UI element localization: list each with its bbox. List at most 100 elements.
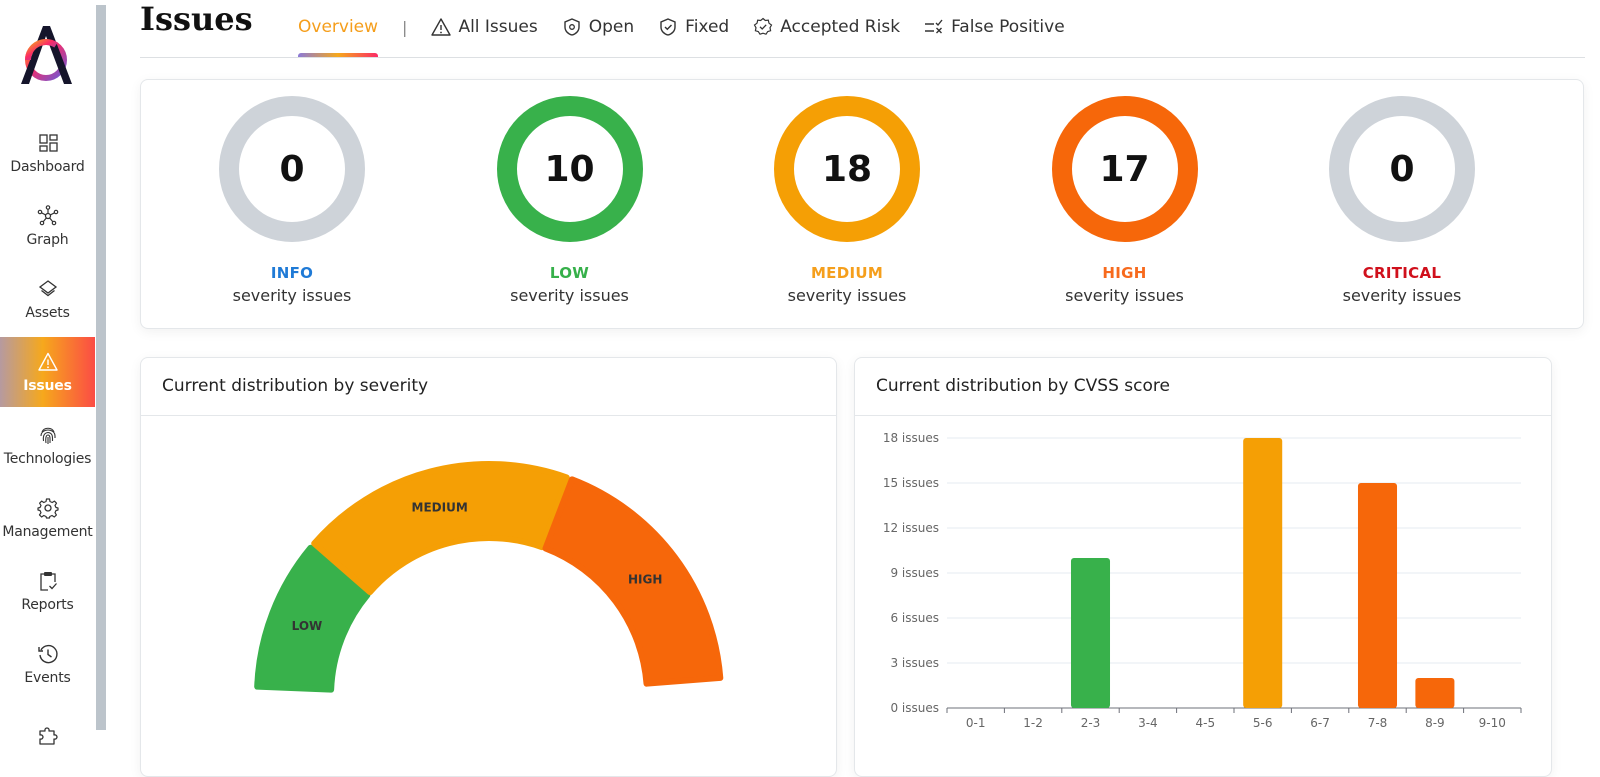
app-logo[interactable] — [16, 20, 76, 86]
gauge-label: MEDIUM — [412, 500, 468, 514]
x-tick-label: 9-10 — [1479, 716, 1506, 730]
x-tick-label: 7-8 — [1368, 716, 1388, 730]
tab-separator: | — [402, 17, 408, 37]
warning-icon — [431, 17, 452, 37]
severity-gauge-chart: LOW MEDIUM HIGH — [254, 461, 724, 693]
x-tick-label: 4-5 — [1195, 716, 1215, 730]
tab-fixed[interactable]: Fixed — [658, 17, 729, 37]
chart-title: Current distribution by severity — [162, 376, 429, 396]
severity-ring: 0 — [1329, 96, 1475, 242]
tab-label: Open — [588, 17, 635, 37]
sidebar-item-label: Issues — [23, 377, 72, 394]
x-tick-label: 6-7 — [1310, 716, 1330, 730]
gauge-slice-medium[interactable] — [311, 461, 570, 596]
severity-name: CRITICAL — [1362, 264, 1442, 282]
tab-label: Fixed — [685, 17, 730, 37]
severity-medium-summary[interactable]: 18 MEDIUM severity issues — [747, 96, 947, 305]
x-tick-label: 5-6 — [1253, 716, 1273, 730]
sidebar-item-dashboard[interactable]: Dashboard — [0, 118, 95, 188]
sidebar-item-assets[interactable]: Assets — [0, 264, 95, 334]
severity-ring: 10 — [496, 96, 643, 242]
tab-overview[interactable]: Overview — [298, 17, 379, 58]
severity-subtitle: severity issues — [787, 286, 907, 305]
severity-name: LOW — [549, 264, 590, 282]
history-icon — [37, 643, 59, 665]
sidebar-item-label: Assets — [25, 304, 70, 321]
severity-name: HIGH — [1102, 264, 1147, 282]
sidebar-item-graph[interactable]: Graph — [0, 191, 95, 261]
y-tick-label: 6 issues — [890, 611, 939, 625]
chart-title: Current distribution by CVSS score — [876, 376, 1170, 396]
tab-label: Overview — [298, 17, 379, 37]
badge-check-icon — [753, 17, 773, 37]
severity-info-summary[interactable]: 0 INFO severity issues — [192, 96, 392, 305]
severity-name: MEDIUM — [810, 264, 884, 282]
bar-7-8[interactable] — [1357, 483, 1398, 708]
tab-open[interactable]: Open — [562, 17, 634, 37]
tab-label: All Issues — [458, 17, 538, 37]
cvss-distribution-card: Current distribution by CVSS score 0 iss… — [854, 357, 1552, 777]
severity-summary-card: 0 INFO severity issues 10 LOW severity issues… — [140, 79, 1584, 329]
severity-ring: 18 — [774, 96, 920, 242]
gear-icon — [36, 497, 59, 519]
sidebar-item-events[interactable]: Events — [0, 629, 95, 699]
tab-accepted-risk[interactable]: Accepted Risk — [753, 17, 900, 37]
tab-label: Accepted Risk — [780, 17, 901, 37]
graph-icon — [37, 204, 59, 227]
dashboard-icon — [37, 132, 59, 154]
severity-name: INFO — [270, 264, 314, 282]
tab-all-issues[interactable]: All Issues — [431, 17, 538, 37]
sidebar-item-label: Dashboard — [10, 158, 85, 175]
severity-low-summary[interactable]: 10 LOW severity issues — [470, 96, 670, 305]
tab-label: False Positive — [951, 17, 1065, 37]
sidebar-item-issues[interactable]: Issues — [0, 337, 95, 407]
sidebar-scrollbar[interactable] — [96, 5, 106, 730]
y-tick-label: 18 issues — [883, 431, 939, 445]
sidebar-item-label: Reports — [21, 596, 74, 613]
x-tick-label: 0-1 — [966, 716, 986, 730]
bar-8-9[interactable] — [1415, 678, 1455, 708]
severity-count: 0 — [279, 148, 305, 190]
severity-subtitle: severity issues — [510, 286, 629, 305]
cvss-bar-chart: 0 issues 3 issues 6 issues 9 issues 12 issue… — [883, 431, 1522, 730]
puzzle-icon — [37, 724, 59, 746]
shield-check-icon — [658, 17, 678, 37]
severity-count: 10 — [544, 148, 595, 190]
x-tick-label: 1-2 — [1023, 716, 1043, 730]
severity-subtitle: severity issues — [1342, 286, 1462, 305]
shield-at-icon — [562, 17, 582, 37]
gauge-label: LOW — [292, 619, 323, 633]
bar-2-3[interactable] — [1070, 558, 1111, 708]
bar-5-6[interactable] — [1243, 438, 1283, 708]
severity-count: 18 — [821, 148, 873, 190]
main-content: Issues Overview | All Issues Open Fixed … — [140, 0, 1585, 777]
severity-ring: 17 — [1051, 96, 1198, 242]
severity-distribution-card: Current distribution by severity LOW MEDI… — [140, 357, 837, 777]
sidebar-item-label: Graph — [26, 231, 69, 248]
y-tick-label: 3 issues — [890, 656, 939, 670]
gauge-label: HIGH — [628, 572, 662, 586]
sidebar-item-reports[interactable]: Reports — [0, 556, 95, 626]
sidebar-item-label: Technologies — [3, 450, 92, 467]
tab-false-positive[interactable]: False Positive — [924, 17, 1065, 37]
severity-subtitle: severity issues — [1065, 286, 1184, 305]
y-tick-label: 12 issues — [883, 521, 939, 535]
warning-icon — [37, 351, 59, 373]
sidebar-item-management[interactable]: Management — [0, 483, 95, 553]
header-divider — [140, 57, 1585, 58]
y-tick-label: 0 issues — [890, 701, 939, 715]
list-x-icon — [924, 17, 944, 37]
x-tick-label: 2-3 — [1081, 716, 1101, 730]
clipboard-check-icon — [37, 570, 59, 592]
sidebar-item-technologies[interactable]: Technologies — [0, 410, 95, 480]
severity-high-summary[interactable]: 17 HIGH severity issues — [1025, 96, 1225, 305]
tab-bar: Overview | All Issues Open Fixed Accepte… — [298, 14, 1089, 58]
severity-critical-summary[interactable]: 0 CRITICAL severity issues — [1302, 96, 1502, 305]
y-tick-label: 15 issues — [883, 476, 939, 490]
sidebar: Dashboard Graph Assets Issues Technologies Ma… — [0, 0, 96, 750]
sidebar-item-plugins[interactable] — [0, 702, 95, 772]
severity-subtitle: severity issues — [232, 286, 352, 305]
page-title: Issues — [140, 0, 253, 38]
x-tick-label: 3-4 — [1138, 716, 1158, 730]
y-tick-label: 9 issues — [890, 566, 939, 580]
